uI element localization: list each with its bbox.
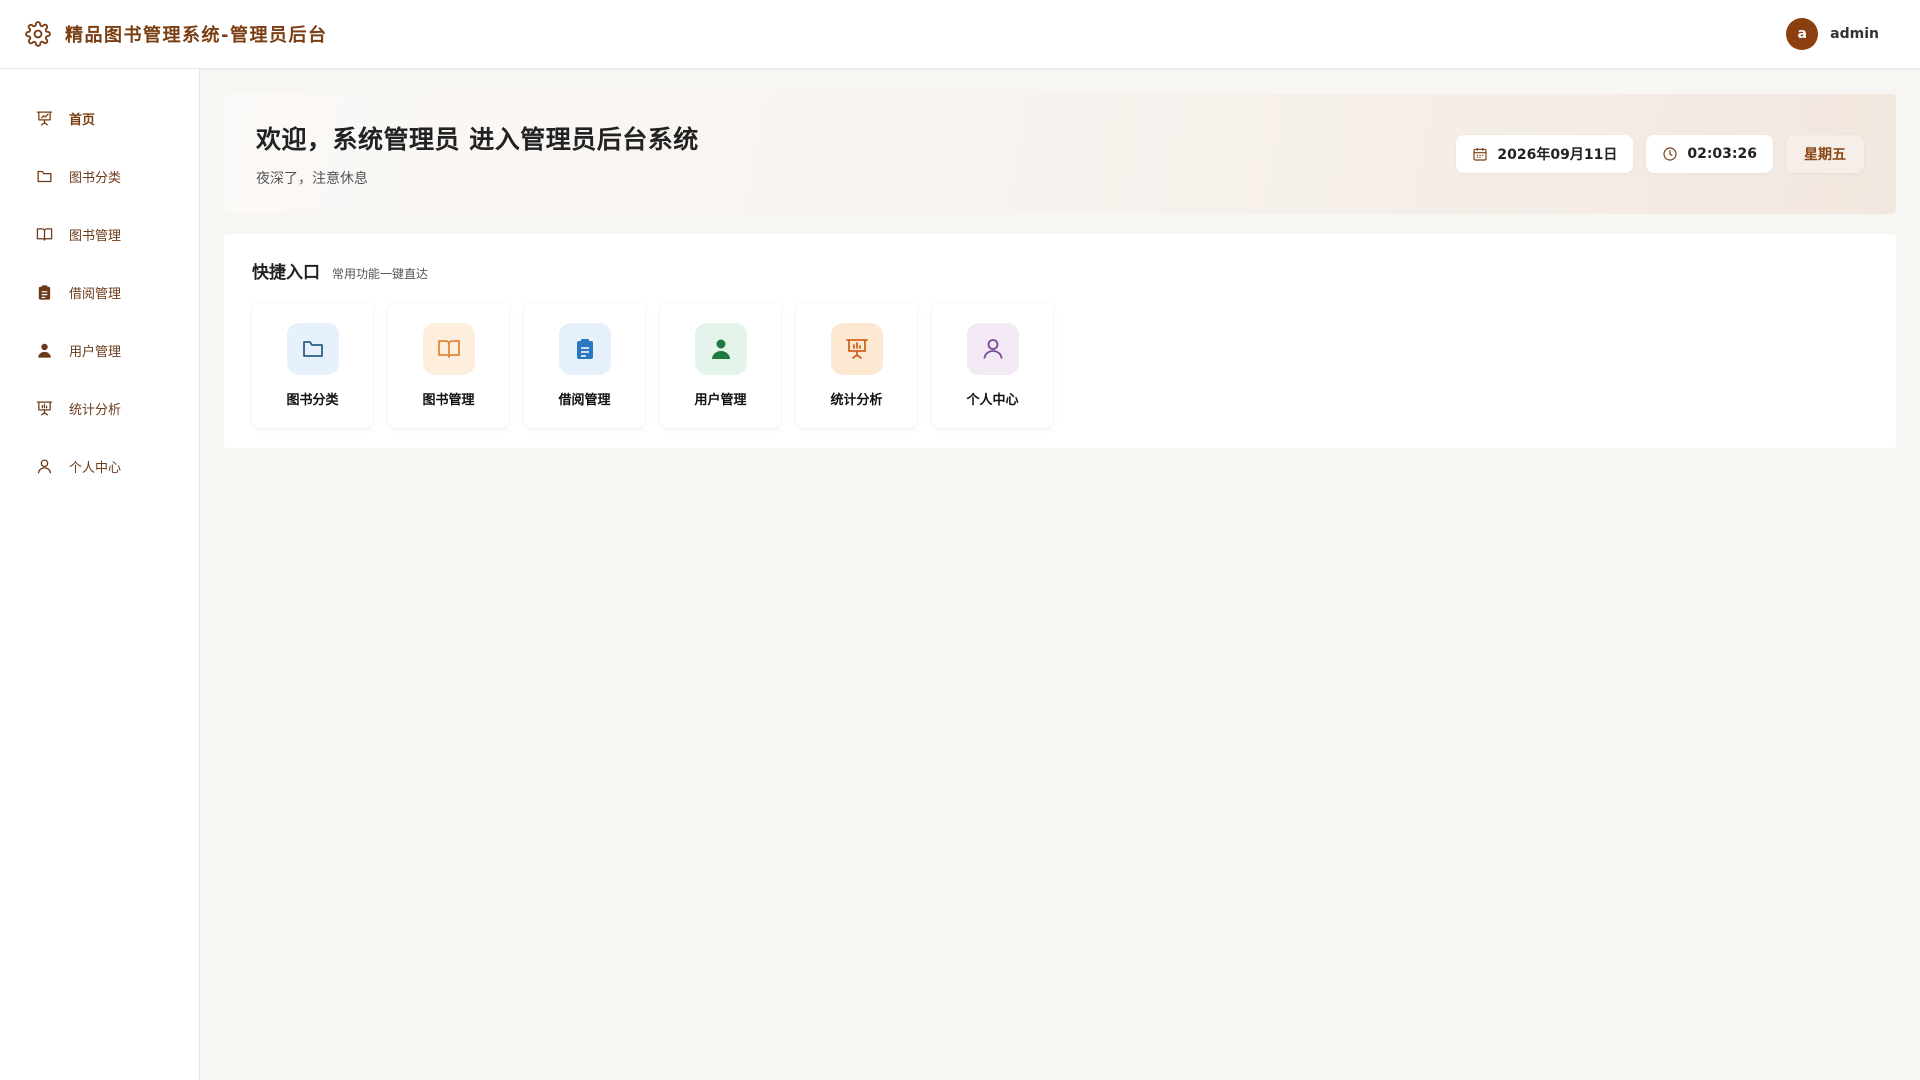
sidebar-item-book-management[interactable]: 图书管理 [0, 205, 199, 263]
user-solid-icon [694, 323, 747, 375]
sidebar-item-home[interactable]: 首页 [0, 89, 199, 147]
sidebar-item-profile[interactable]: 个人中心 [0, 437, 199, 495]
time-text: 02:03:26 [1687, 146, 1757, 162]
username[interactable]: admin [1830, 26, 1879, 42]
presentation-icon [36, 110, 53, 127]
user-outline-icon [966, 323, 1019, 375]
user-solid-icon [36, 342, 53, 359]
book-open-icon [422, 323, 475, 375]
folder-icon [286, 323, 339, 375]
welcome-subtitle: 夜深了，注意休息 [256, 171, 368, 187]
sidebar-item-label: 图书管理 [69, 228, 122, 244]
brand: 精品图书管理系统-管理员后台 [25, 21, 327, 47]
quick-card-label: 用户管理 [694, 393, 747, 408]
quick-access-cards: 图书分类 图书管理 借阅管理 用户管理 统计分析 个人中心 [252, 303, 1868, 428]
folder-icon [36, 168, 53, 185]
sidebar-item-label: 首页 [69, 112, 96, 128]
weekday-text: 星期五 [1804, 147, 1846, 163]
clipboard-icon [36, 284, 53, 301]
calendar-icon [1472, 146, 1488, 162]
book-open-icon [36, 226, 53, 243]
quick-card-label: 图书管理 [422, 393, 475, 408]
sidebar-item-label: 统计分析 [69, 402, 122, 418]
avatar[interactable]: a [1786, 18, 1819, 50]
sidebar-item-label: 用户管理 [69, 344, 122, 360]
quick-access-subtitle: 常用功能一键直达 [332, 267, 429, 281]
sidebar-item-label: 借阅管理 [69, 286, 122, 302]
quick-card-book-category[interactable]: 图书分类 [252, 303, 373, 428]
sidebar: 首页 图书分类 图书管理 借阅管理 用户管理 统计分析 个人中心 [0, 69, 200, 1080]
user-outline-icon [36, 458, 53, 475]
clock-icon [1662, 146, 1678, 162]
sidebar-item-label: 图书分类 [69, 170, 122, 186]
quick-card-user-management[interactable]: 用户管理 [660, 303, 781, 428]
welcome-banner: 欢迎，系统管理员 进入管理员后台系统 夜深了，注意休息 2026年09月11日 … [224, 94, 1896, 214]
quick-access-header: 快捷入口 常用功能一键直达 [252, 258, 1868, 283]
top-bar: 精品图书管理系统-管理员后台 a admin [0, 0, 1920, 69]
app-title: 精品图书管理系统-管理员后台 [65, 25, 328, 46]
quick-card-label: 统计分析 [830, 393, 883, 408]
quick-card-statistics[interactable]: 统计分析 [796, 303, 917, 428]
user-menu[interactable]: a admin [1786, 18, 1879, 50]
sidebar-item-user-management[interactable]: 用户管理 [0, 321, 199, 379]
datetime-pills: 2026年09月11日 02:03:26 星期五 [1456, 135, 1864, 173]
time-pill: 02:03:26 [1646, 135, 1773, 173]
quick-card-label: 图书分类 [286, 393, 339, 408]
date-pill: 2026年09月11日 [1456, 135, 1634, 173]
welcome-title: 欢迎，系统管理员 进入管理员后台系统 [256, 125, 699, 154]
gear-icon[interactable] [25, 21, 51, 47]
quick-card-borrow-management[interactable]: 借阅管理 [524, 303, 645, 428]
main-content: 欢迎，系统管理员 进入管理员后台系统 夜深了，注意休息 2026年09月11日 … [224, 94, 1896, 448]
sidebar-item-book-category[interactable]: 图书分类 [0, 147, 199, 205]
quick-access-panel: 快捷入口 常用功能一键直达 图书分类 图书管理 借阅管理 用户管理 统计分析 个… [224, 234, 1896, 448]
chart-board-icon [36, 400, 53, 417]
date-text: 2026年09月11日 [1497, 147, 1618, 163]
quick-card-book-management[interactable]: 图书管理 [388, 303, 509, 428]
weekday-pill: 星期五 [1786, 135, 1864, 173]
quick-access-title: 快捷入口 [252, 263, 320, 283]
welcome-text: 欢迎，系统管理员 进入管理员后台系统 夜深了，注意休息 [256, 120, 699, 188]
quick-card-label: 借阅管理 [558, 393, 611, 408]
quick-card-label: 个人中心 [966, 393, 1019, 408]
quick-card-profile[interactable]: 个人中心 [932, 303, 1053, 428]
chart-board-icon [830, 323, 883, 375]
sidebar-item-label: 个人中心 [69, 460, 122, 476]
sidebar-item-borrow-management[interactable]: 借阅管理 [0, 263, 199, 321]
sidebar-item-statistics[interactable]: 统计分析 [0, 379, 199, 437]
clipboard-icon [558, 323, 611, 375]
